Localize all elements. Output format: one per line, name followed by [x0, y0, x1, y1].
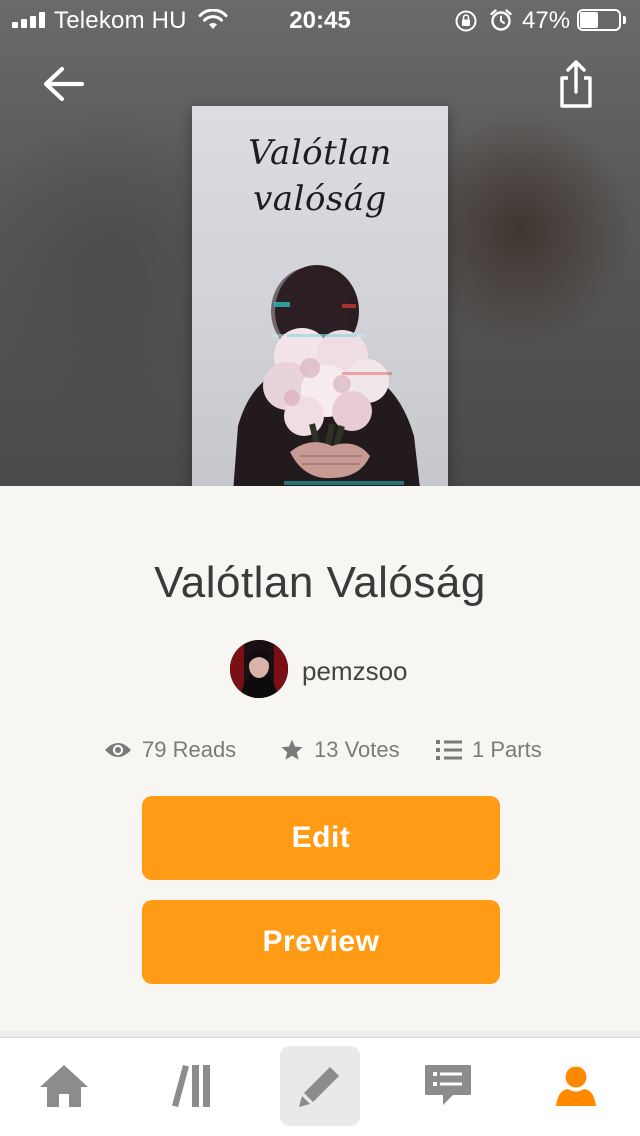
- eye-icon: [105, 743, 131, 757]
- cover-title-line-1: Valótlan: [248, 133, 392, 173]
- tab-write[interactable]: [280, 1046, 360, 1126]
- status-bar: Telekom HU 20:45 47%: [0, 0, 640, 40]
- reads-stat: 79 Reads: [104, 730, 236, 770]
- votes-count: 13 Votes: [314, 737, 400, 762]
- battery-percent: 47%: [522, 7, 571, 34]
- reads-count: 79 Reads: [142, 737, 237, 762]
- share-button[interactable]: [548, 56, 604, 112]
- battery-icon: [577, 9, 629, 33]
- preview-button[interactable]: Preview: [142, 900, 500, 984]
- book-cover[interactable]: Valótlan valóság: [192, 106, 448, 486]
- cover-title: Valótlan valóság: [192, 130, 448, 222]
- avatar: [230, 640, 288, 698]
- orientation-lock-icon: [455, 10, 477, 32]
- story-title: Valótlan Valóság: [154, 558, 486, 607]
- story-header: Telekom HU 20:45 47% Valótlan valóság: [0, 0, 640, 486]
- tab-home[interactable]: [24, 1046, 104, 1126]
- divider: [0, 1031, 640, 1038]
- back-button[interactable]: [36, 58, 92, 114]
- star-icon: [281, 739, 303, 760]
- tab-messages[interactable]: [408, 1046, 488, 1126]
- tab-library[interactable]: [152, 1046, 232, 1126]
- list-icon: [436, 740, 462, 760]
- chat-icon: [425, 1065, 471, 1105]
- edit-button[interactable]: Edit: [142, 796, 500, 880]
- tab-bar: [0, 1038, 640, 1136]
- story-stats: 79 Reads 13 Votes 1 Parts: [0, 730, 640, 770]
- tab-profile[interactable]: [536, 1046, 616, 1126]
- alarm-icon: [490, 9, 512, 31]
- pencil-icon: [299, 1067, 339, 1107]
- person-icon: [556, 1066, 596, 1106]
- library-icon: [172, 1065, 210, 1107]
- share-icon: [560, 60, 592, 108]
- author-name: pemzsoo: [302, 656, 408, 686]
- parts-count: 1 Parts: [472, 737, 542, 762]
- home-icon: [40, 1065, 88, 1107]
- arrow-left-icon: [43, 66, 85, 102]
- cover-title-line-2: valóság: [253, 179, 387, 219]
- parts-stat: 1 Parts: [436, 730, 542, 770]
- votes-stat: 13 Votes: [280, 730, 400, 770]
